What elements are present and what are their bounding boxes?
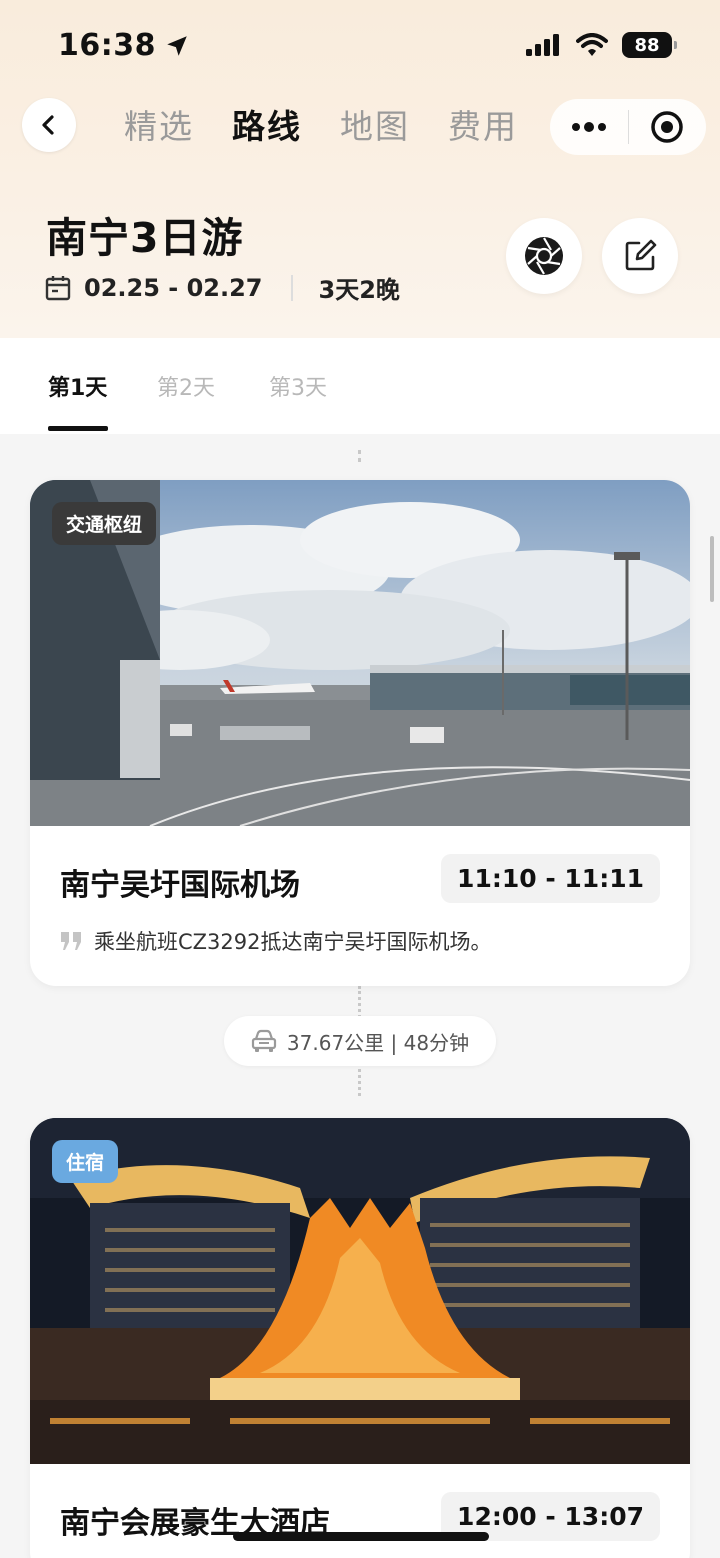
trip-meta: 02.25 - 02.27 3天2晚 [44,270,400,305]
category-badge: 住宿 [52,1140,119,1183]
scrollbar[interactable] [710,536,714,602]
calendar-icon [45,275,71,300]
car-icon [251,1029,277,1052]
day-tabs: 第1天 第2天 第3天 [0,338,720,434]
tab-map[interactable]: 地图 [340,100,410,148]
more-dots-icon [571,122,606,132]
camera-button[interactable] [506,218,582,294]
tab-route[interactable]: 路线 [232,100,302,148]
trip-duration: 3天2晚 [318,276,400,304]
hotel-photo: 住宿 [30,1118,690,1464]
edit-button[interactable] [602,218,678,294]
transit-info[interactable]: 37.67公里 | 48分钟 [224,1016,496,1066]
active-day-underline [48,426,108,431]
stop-card-airport[interactable]: 交通枢纽 南宁吴圩国际机场 11:10 - 11:11 乘坐航班CZ3292抵达… [30,480,690,986]
home-indicator[interactable] [233,1532,489,1541]
chevron-left-icon [42,115,54,135]
stop-description: 乘坐航班CZ3292抵达南宁吴圩国际机场。 [60,926,492,956]
edit-icon [625,239,657,271]
stop-name: 南宁吴圩国际机场 [60,868,300,903]
transit-text: 37.67公里 | 48分钟 [286,1030,470,1055]
location-arrow-icon [167,35,187,56]
tab-day-3[interactable]: 第3天 [269,370,327,402]
close-miniprogram-button[interactable] [629,99,707,155]
stop-card-hotel[interactable]: 住宿 南宁会展豪生大酒店 12:00 - 13:07 [30,1118,690,1558]
stop-time: 11:10 - 11:11 [441,854,660,903]
trip-dates: 02.25 - 02.27 [84,273,263,302]
category-badge: 交通枢纽 [52,502,157,545]
top-nav-tabs: 精选 路线 地图 费用 [124,100,518,148]
tab-featured[interactable]: 精选 [124,100,194,148]
signal-icon [526,34,559,56]
aperture-icon [525,237,563,275]
miniprogram-capsule [550,99,706,155]
route-connector [358,450,362,462]
status-icons: 88 [526,32,677,58]
status-time: 16:38 [58,28,190,63]
target-circle-icon [651,111,683,143]
tab-day-2[interactable]: 第2天 [157,370,215,402]
tab-day-1[interactable]: 第1天 [48,370,107,402]
back-button[interactable] [22,98,76,152]
airport-photo: 交通枢纽 [30,480,690,826]
wifi-icon [576,33,608,56]
quote-icon [61,932,81,950]
more-button[interactable] [550,99,628,155]
trip-title: 南宁3日游 [46,214,244,262]
battery-indicator: 88 [622,32,677,58]
tab-cost[interactable]: 费用 [448,100,518,148]
